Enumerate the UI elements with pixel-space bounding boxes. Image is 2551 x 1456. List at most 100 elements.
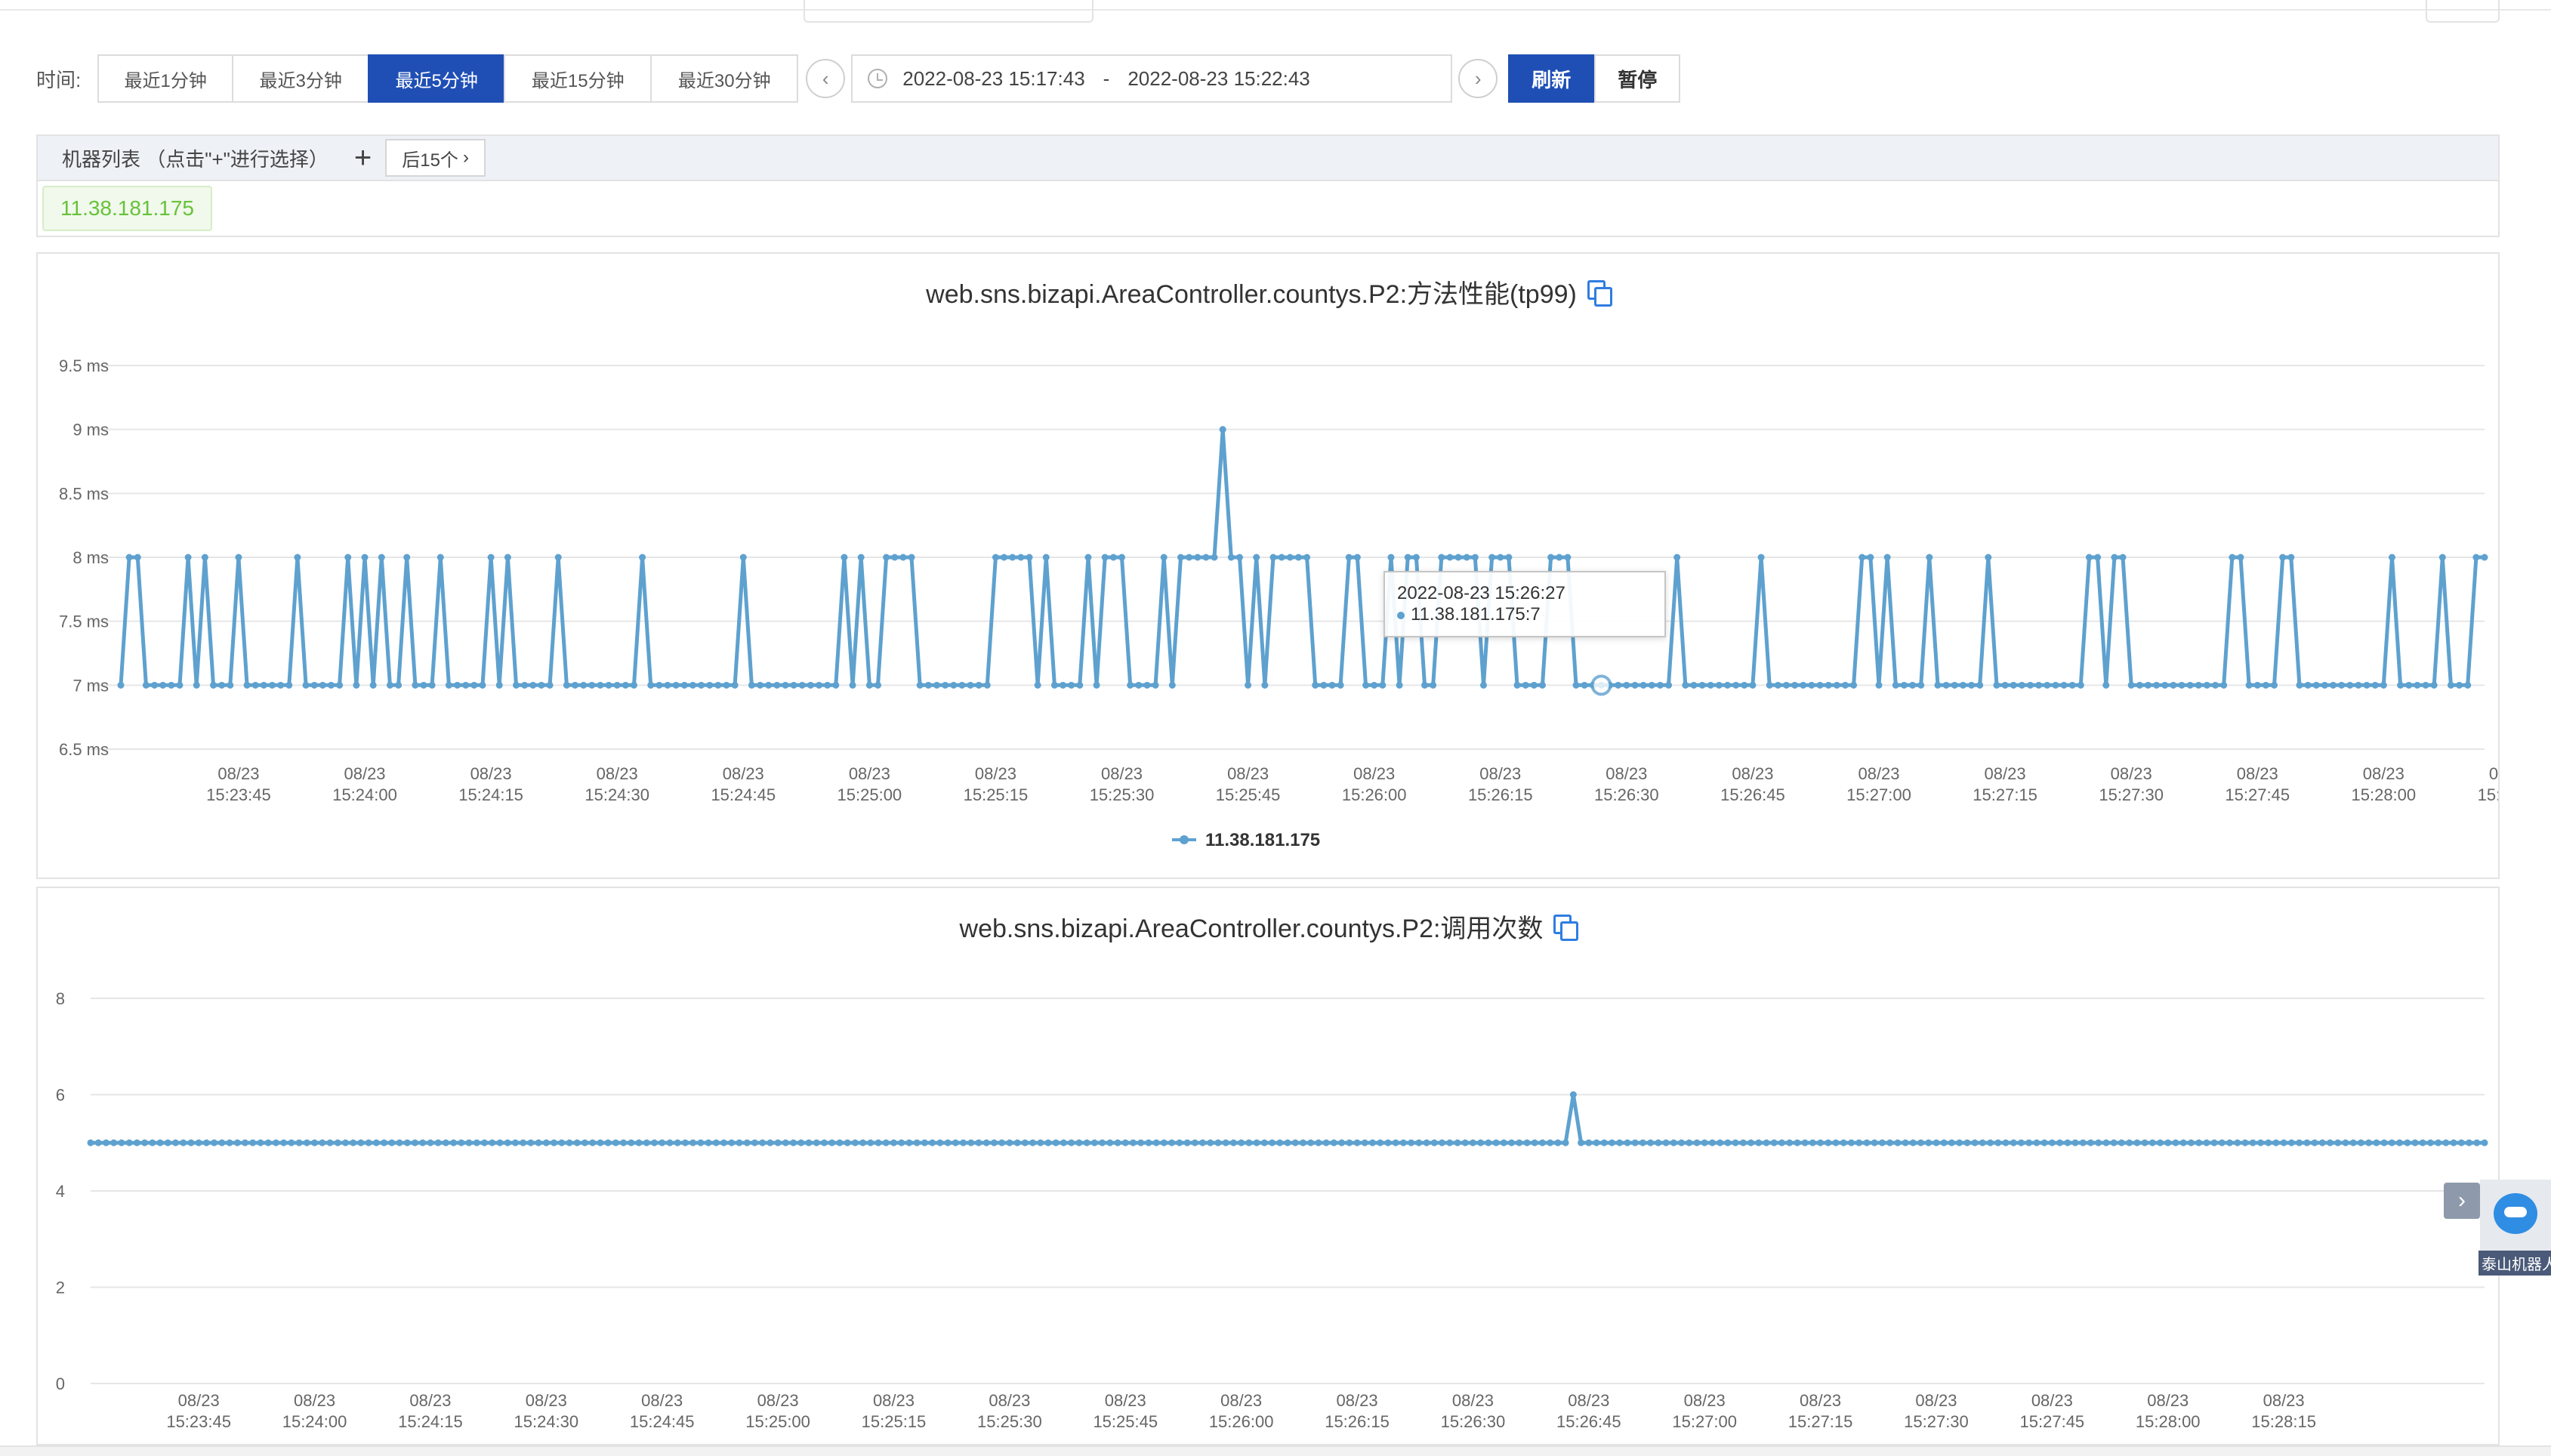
data-point[interactable] <box>1993 681 2000 689</box>
data-point[interactable] <box>504 1139 511 1146</box>
data-point[interactable] <box>538 681 545 689</box>
data-point[interactable] <box>1404 554 1411 561</box>
data-point[interactable] <box>643 1139 650 1146</box>
data-point[interactable] <box>1909 1139 1917 1146</box>
data-point[interactable] <box>294 554 301 561</box>
data-point[interactable] <box>1639 1139 1646 1146</box>
data-point[interactable] <box>613 681 621 689</box>
data-point[interactable] <box>1708 1139 1716 1146</box>
top-select-stub[interactable] <box>804 0 1094 23</box>
data-point[interactable] <box>272 1139 279 1146</box>
data-point[interactable] <box>1492 1139 1500 1146</box>
data-point[interactable] <box>1384 1139 1392 1146</box>
data-point[interactable] <box>1479 681 1487 689</box>
data-point[interactable] <box>1421 681 1429 689</box>
data-point[interactable] <box>712 1139 720 1146</box>
data-point[interactable] <box>739 554 747 561</box>
data-point[interactable] <box>950 681 958 689</box>
data-point[interactable] <box>2287 1139 2295 1146</box>
data-point[interactable] <box>659 1139 666 1146</box>
data-point[interactable] <box>2404 1139 2411 1146</box>
data-point[interactable] <box>2226 1139 2234 1146</box>
top-button-stub[interactable] <box>2426 0 2500 23</box>
data-point[interactable] <box>2304 681 2312 689</box>
data-point[interactable] <box>1707 681 1714 689</box>
data-point[interactable] <box>867 1139 874 1146</box>
data-point[interactable] <box>2218 1139 2226 1146</box>
data-point[interactable] <box>353 681 360 689</box>
data-point[interactable] <box>2079 1139 2087 1146</box>
data-point[interactable] <box>1976 681 1984 689</box>
data-point[interactable] <box>242 1139 249 1146</box>
data-point[interactable] <box>1817 1139 1825 1146</box>
data-point[interactable] <box>1152 1139 1160 1146</box>
data-point[interactable] <box>2102 681 2110 689</box>
data-point[interactable] <box>535 1139 542 1146</box>
data-point[interactable] <box>1412 554 1420 561</box>
data-point[interactable] <box>1538 681 1546 689</box>
data-point[interactable] <box>1925 1139 1933 1146</box>
data-point[interactable] <box>1608 1139 1615 1146</box>
data-point[interactable] <box>2136 681 2143 689</box>
data-point[interactable] <box>2048 1139 2056 1146</box>
assistant-robot-widget[interactable]: › 泰山机器人 <box>2444 1180 2551 1276</box>
data-point[interactable] <box>1338 1139 1346 1146</box>
data-point[interactable] <box>1648 681 1655 689</box>
data-point[interactable] <box>1686 1139 1693 1146</box>
data-point[interactable] <box>857 554 865 561</box>
data-point[interactable] <box>450 1139 458 1146</box>
data-point[interactable] <box>1050 681 1058 689</box>
data-point[interactable] <box>171 1139 179 1146</box>
data-point[interactable] <box>1368 1139 1376 1146</box>
data-point[interactable] <box>1488 554 1496 561</box>
data-point[interactable] <box>1825 681 1832 689</box>
data-point[interactable] <box>365 1139 372 1146</box>
data-point[interactable] <box>1430 681 1437 689</box>
data-point[interactable] <box>87 1139 94 1146</box>
data-point[interactable] <box>2203 1139 2210 1146</box>
data-point[interactable] <box>1871 1139 1878 1146</box>
data-point[interactable] <box>2234 1139 2241 1146</box>
data-point[interactable] <box>604 1139 612 1146</box>
data-point[interactable] <box>1322 1139 1330 1146</box>
data-point[interactable] <box>1732 681 1740 689</box>
data-point[interactable] <box>285 681 293 689</box>
data-point[interactable] <box>2035 681 2043 689</box>
data-point[interactable] <box>2371 681 2379 689</box>
data-point[interactable] <box>1160 1139 1168 1146</box>
data-point[interactable] <box>2357 1139 2364 1146</box>
data-point[interactable] <box>1026 554 1033 561</box>
data-point[interactable] <box>419 1139 427 1146</box>
data-point[interactable] <box>1809 1139 1816 1146</box>
data-point[interactable] <box>117 681 125 689</box>
data-point[interactable] <box>1379 681 1387 689</box>
data-point[interactable] <box>2010 681 2017 689</box>
data-point[interactable] <box>1892 681 1899 689</box>
data-point[interactable] <box>554 554 562 561</box>
data-point[interactable] <box>1083 1139 1090 1146</box>
data-point[interactable] <box>2481 554 2488 561</box>
data-point[interactable] <box>1662 1139 1670 1146</box>
data-point[interactable] <box>2373 1139 2380 1146</box>
data-point[interactable] <box>1477 1139 1485 1146</box>
data-point[interactable] <box>2027 681 2034 689</box>
data-point[interactable] <box>1371 681 1378 689</box>
data-point[interactable] <box>2094 554 2102 561</box>
data-point[interactable] <box>1253 554 1260 561</box>
data-point[interactable] <box>1269 1139 1276 1146</box>
data-point[interactable] <box>666 1139 674 1146</box>
data-point[interactable] <box>681 1139 689 1146</box>
data-point[interactable] <box>748 681 755 689</box>
data-point[interactable] <box>859 1139 867 1146</box>
data-point[interactable] <box>2241 1139 2249 1146</box>
data-point[interactable] <box>2414 681 2421 689</box>
data-point[interactable] <box>1060 1139 1067 1146</box>
data-point[interactable] <box>1841 681 1849 689</box>
data-point[interactable] <box>2170 681 2177 689</box>
data-point[interactable] <box>2388 1139 2395 1146</box>
data-point[interactable] <box>489 1139 496 1146</box>
data-point[interactable] <box>1353 554 1361 561</box>
data-point[interactable] <box>2249 1139 2256 1146</box>
data-point[interactable] <box>1160 554 1168 561</box>
data-point[interactable] <box>1808 681 1815 689</box>
